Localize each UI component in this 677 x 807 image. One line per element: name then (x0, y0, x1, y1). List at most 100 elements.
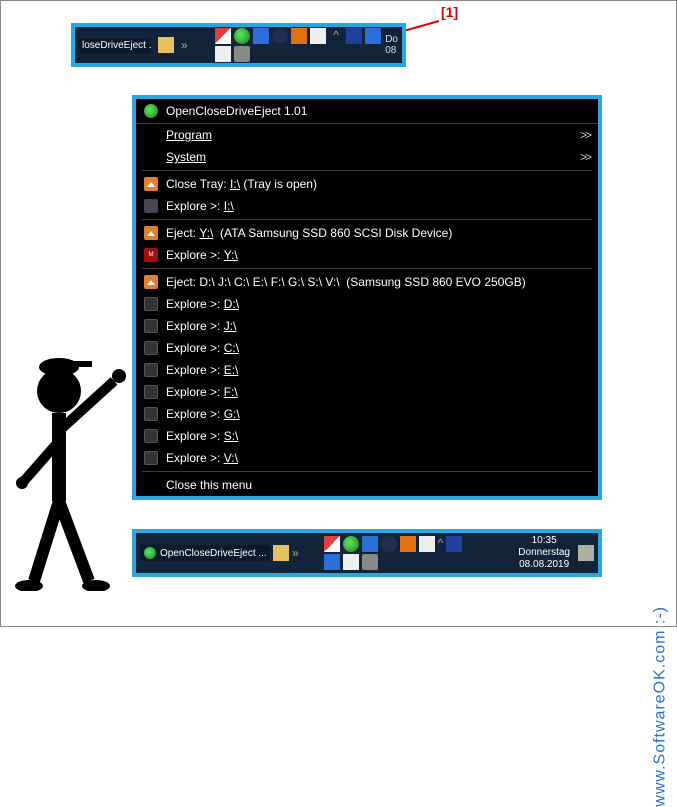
menu-item-explore-s[interactable]: Explore >: S:\ (136, 425, 598, 447)
clock-panel[interactable]: 10:35 Donnerstag 08.08.2019 (518, 535, 570, 571)
tray-icon[interactable] (446, 536, 462, 552)
taskbar-snippet: loseDriveEject ... » ^ Do 08 (71, 23, 406, 67)
divider (142, 170, 592, 171)
tray-icon[interactable] (346, 28, 362, 44)
menu-item-eject-y[interactable]: Eject: Y:\ (ATA Samsung SSD 860 SCSI Dis… (136, 222, 598, 244)
chevron-right-icon[interactable]: » (292, 546, 299, 560)
watermark: www.SoftwareOK.com :-) (652, 606, 670, 807)
drive-letter: C:\ (224, 341, 239, 355)
divider (142, 268, 592, 269)
drive-letter: Y:\ (199, 226, 213, 240)
app-icon (144, 547, 156, 559)
app-label: OpenCloseDriveEject ... (160, 548, 267, 559)
menu-item-explore-y[interactable]: M Explore >: Y:\ (136, 244, 598, 266)
tray-icon[interactable] (310, 28, 326, 44)
menu-item-program[interactable]: Program >> (136, 124, 598, 146)
taskbar-bottom: OpenCloseDriveEject ... » ^ 10:35 Donner… (132, 529, 602, 577)
security-shield-icon[interactable] (215, 28, 231, 44)
explore-label: Explore >: (166, 341, 220, 355)
folder-icon[interactable] (158, 37, 174, 53)
tray-icon[interactable] (215, 46, 231, 62)
explore-label: Explore >: (166, 363, 220, 377)
hdd-icon (144, 363, 158, 377)
chevron-up-icon[interactable]: ^ (333, 28, 339, 44)
explore-label: Explore >: (166, 199, 220, 213)
cd-drive-icon (144, 199, 158, 213)
clock-date: 08.08.2019 (518, 559, 570, 571)
drive-letter: I:\ (224, 199, 234, 213)
menu-item-explore-i[interactable]: Explore >: I:\ (136, 195, 598, 217)
system-tray: ^ (320, 536, 470, 570)
security-shield-icon[interactable] (324, 536, 340, 552)
menu-title: OpenCloseDriveEject 1.01 (166, 104, 307, 118)
chevron-right-icon[interactable]: » (181, 38, 188, 52)
tray-icon[interactable] (400, 536, 416, 552)
menu-item-explore-e[interactable]: Explore >: E:\ (136, 359, 598, 381)
divider (142, 471, 592, 472)
menu-item-eject-multi[interactable]: Eject: D:\ J:\ C:\ E:\ F:\ G:\ S:\ V:\ (… (136, 271, 598, 293)
tray-icon[interactable] (253, 28, 269, 44)
menu-item-close[interactable]: Close this menu (136, 474, 598, 496)
tray-icon[interactable] (291, 28, 307, 44)
tray-icon[interactable] (362, 536, 378, 552)
close-menu-label: Close this menu (166, 478, 252, 492)
drive-list: D:\ J:\ C:\ E:\ F:\ G:\ S:\ V:\ (199, 275, 339, 289)
menu-item-explore-c[interactable]: Explore >: C:\ (136, 337, 598, 359)
explore-label: Explore >: (166, 297, 220, 311)
chevron-up-icon[interactable]: ^ (438, 536, 444, 552)
menu-item-system[interactable]: System >> (136, 146, 598, 168)
close-tray-label: Close Tray: (166, 177, 227, 191)
taskbar-app-button[interactable]: loseDriveEject ... (79, 38, 151, 53)
drive-letter: F:\ (224, 385, 238, 399)
drive-letter: D:\ (224, 297, 239, 311)
explore-label: Explore >: (166, 429, 220, 443)
camera-icon[interactable] (362, 554, 378, 570)
folder-icon[interactable] (273, 545, 289, 561)
hdd-icon (144, 429, 158, 443)
explore-label: Explore >: (166, 407, 220, 421)
clock-time: 10:35 (518, 535, 570, 547)
app-tray-icon[interactable] (234, 28, 250, 44)
clock-short: Do 08 (385, 34, 398, 56)
menu-item-explore-j[interactable]: Explore >: J:\ (136, 315, 598, 337)
drive-icon: M (144, 248, 158, 262)
clock-day: Donnerstag (518, 547, 570, 559)
device-name: (ATA Samsung SSD 860 SCSI Disk Device) (220, 226, 452, 240)
close-tray-suffix: (Tray is open) (243, 177, 317, 191)
system-tray: ^ (211, 28, 381, 62)
tray-icon[interactable] (419, 536, 435, 552)
tray-icon[interactable] (272, 28, 288, 44)
menu-title-row[interactable]: OpenCloseDriveEject 1.01 (136, 99, 598, 124)
tray-icon[interactable] (324, 554, 340, 570)
device-name: (Samsung SSD 860 EVO 250GB) (346, 275, 525, 289)
menu-item-close-tray[interactable]: Close Tray: I:\ (Tray is open) (136, 173, 598, 195)
eject-label: Eject: (166, 226, 196, 240)
drive-letter: V:\ (224, 451, 238, 465)
drive-letter: J:\ (224, 319, 237, 333)
notifications-icon[interactable] (578, 545, 594, 561)
tray-icon[interactable] (343, 554, 359, 570)
close-tray-drive: I:\ (230, 177, 240, 191)
taskbar-app-button[interactable]: OpenCloseDriveEject ... (140, 545, 270, 561)
menu-item-explore-g[interactable]: Explore >: G:\ (136, 403, 598, 425)
annotation-label: [1] (441, 4, 458, 20)
tray-icon[interactable] (365, 28, 381, 44)
program-label: Program (166, 128, 212, 142)
drive-letter: G:\ (224, 407, 240, 421)
tray-icon[interactable] (381, 536, 397, 552)
explore-label: Explore >: (166, 451, 220, 465)
explore-label: Explore >: (166, 385, 220, 399)
hdd-icon (144, 319, 158, 333)
menu-item-explore-d[interactable]: Explore >: D:\ (136, 293, 598, 315)
hdd-icon (144, 407, 158, 421)
camera-icon[interactable] (234, 46, 250, 62)
hdd-icon (144, 451, 158, 465)
system-label: System (166, 150, 206, 164)
drive-letter: S:\ (224, 429, 239, 443)
menu-item-explore-v[interactable]: Explore >: V:\ (136, 447, 598, 469)
eject-icon (144, 275, 158, 289)
app-tray-icon[interactable] (343, 536, 359, 552)
menu-item-explore-f[interactable]: Explore >: F:\ (136, 381, 598, 403)
submenu-indicator-icon: >> (580, 150, 590, 164)
divider (142, 219, 592, 220)
